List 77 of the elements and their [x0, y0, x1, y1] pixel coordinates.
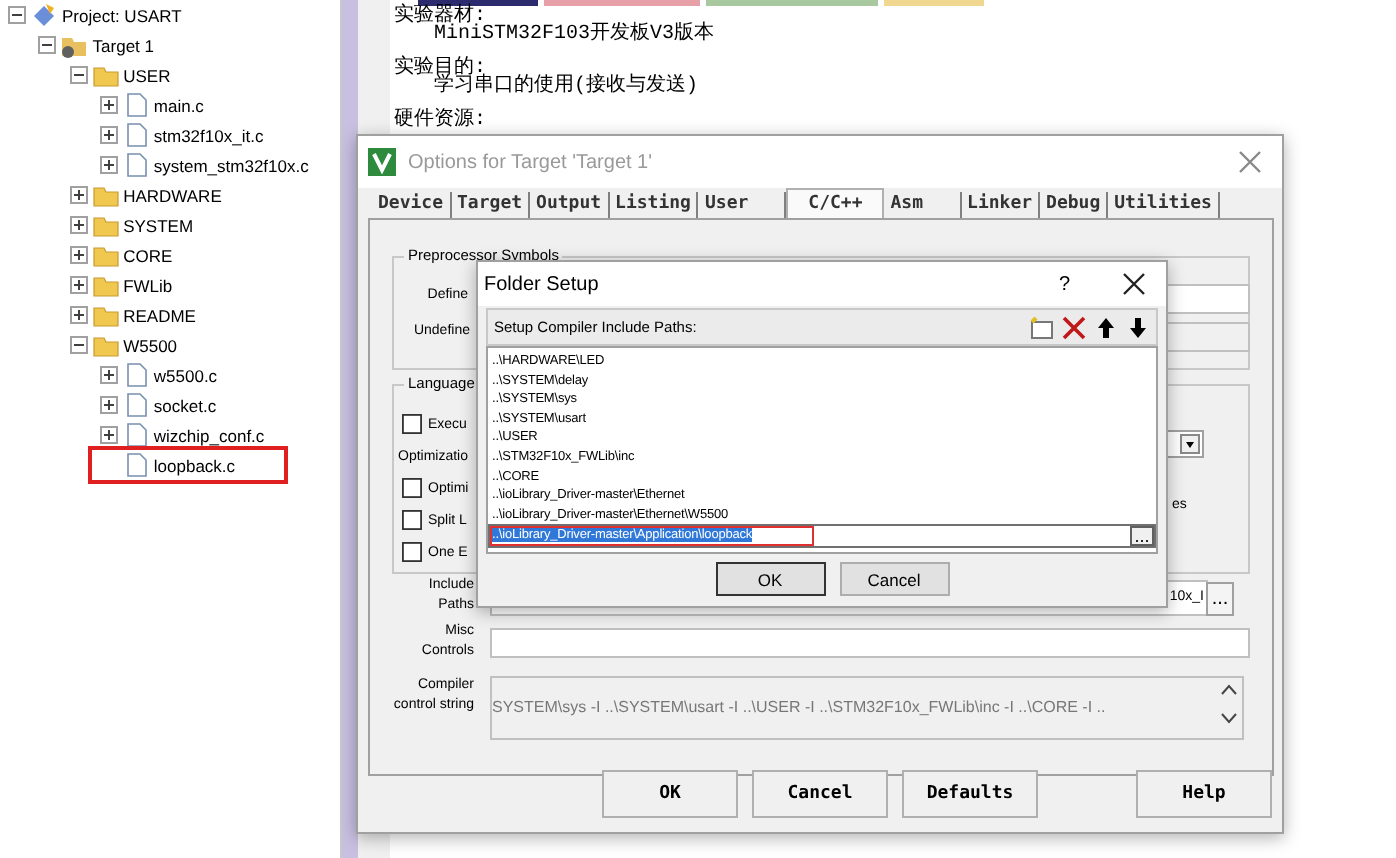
scroll-down-icon[interactable] — [1220, 712, 1238, 726]
delete-icon[interactable] — [1060, 313, 1088, 341]
close-icon[interactable] — [1122, 272, 1146, 296]
checkbox[interactable] — [402, 414, 422, 434]
dialog-button[interactable]: Defaults — [902, 770, 1038, 818]
expand-icon[interactable] — [69, 186, 88, 204]
code-line: 硬件资源: — [394, 112, 489, 130]
window-title: Folder Setup — [482, 273, 601, 295]
folder-icon — [91, 332, 120, 358]
file-icon — [121, 152, 150, 178]
expand-icon[interactable] — [99, 366, 118, 384]
checkbox[interactable] — [402, 542, 422, 562]
collapse-icon[interactable] — [38, 36, 57, 54]
target-icon — [60, 32, 89, 58]
browse-button[interactable]: ... — [1130, 526, 1154, 547]
expand-icon[interactable] — [99, 96, 118, 114]
folder-icon — [91, 62, 120, 88]
collapse-icon[interactable] — [69, 66, 88, 84]
browse-button[interactable]: ... — [1206, 582, 1234, 616]
folder-icon — [91, 242, 120, 268]
scroll-up-icon[interactable] — [1220, 682, 1238, 696]
tree-item-label[interactable]: wizchip_conf.c — [153, 425, 265, 445]
collapse-icon[interactable] — [69, 336, 88, 354]
expand-icon[interactable] — [69, 306, 88, 324]
checkbox[interactable] — [402, 478, 422, 498]
tree-item-label[interactable]: w5500.c — [153, 365, 218, 385]
tree-item-label[interactable]: SYSTEM — [123, 215, 194, 235]
collapse-icon[interactable] — [8, 6, 26, 24]
tree-item-label[interactable]: Target 1 — [92, 35, 155, 55]
code-line: MiniSTM32F103开发板V3版本 — [434, 26, 717, 44]
dialog-button[interactable]: OK — [602, 770, 738, 818]
up-arrow-icon[interactable] — [1092, 313, 1120, 341]
file-icon — [121, 422, 150, 448]
expand-icon[interactable] — [99, 156, 118, 174]
code-line: 实验器材: — [394, 8, 487, 26]
tree-item-label[interactable]: W5500 — [123, 335, 178, 355]
tree-item-label[interactable]: system_stm32f10x.c — [153, 155, 309, 175]
folder-icon — [91, 302, 120, 328]
file-icon — [121, 92, 150, 118]
compiler-string-field: SYSTEM\sys -I ..\SYSTEM\usart -I ..\USER -I ..\STM32F10x_FWLib\inc -I ..\CORE -I .. — [490, 676, 1244, 740]
tab[interactable]: C/C++ — [786, 188, 885, 218]
dialog-button[interactable]: OK — [715, 562, 825, 596]
file-icon — [121, 392, 150, 418]
code-line: 学习串口的使用(接收与发送) — [434, 78, 701, 96]
down-arrow-icon[interactable] — [1124, 313, 1152, 341]
tree-item-label[interactable]: CORE — [123, 245, 173, 265]
expand-icon[interactable] — [99, 396, 118, 414]
tree-item-label[interactable]: FWLib — [123, 275, 173, 295]
misc-controls-field[interactable] — [490, 628, 1250, 658]
folder-icon — [91, 272, 120, 298]
file-icon — [121, 452, 150, 478]
help-button[interactable]: ? — [1058, 273, 1070, 295]
project-icon — [30, 2, 58, 28]
tree-item-label[interactable]: USER — [123, 65, 171, 85]
tree-item-label[interactable]: README — [123, 305, 196, 325]
tree-item-label[interactable]: Project: USART — [62, 5, 182, 25]
file-icon — [121, 362, 150, 388]
expand-icon[interactable] — [99, 126, 118, 144]
new-folder-icon[interactable] — [1028, 313, 1056, 341]
folder-icon — [91, 212, 120, 238]
checkbox[interactable] — [402, 510, 422, 530]
file-icon — [121, 122, 150, 148]
window-title: Options for Target 'Target 1' — [408, 151, 655, 173]
expand-icon[interactable] — [99, 426, 118, 444]
expand-icon[interactable] — [69, 276, 88, 294]
tree-item-label[interactable]: socket.c — [153, 395, 217, 415]
dialog-button[interactable]: Cancel — [752, 770, 888, 818]
expand-icon[interactable] — [69, 246, 88, 264]
tree-item-label[interactable]: loopback.c — [153, 455, 236, 475]
tree-item-label[interactable]: stm32f10x_it.c — [153, 125, 264, 145]
tree-item-label[interactable]: main.c — [153, 95, 204, 115]
tree-item-label[interactable]: HARDWARE — [123, 185, 222, 205]
app-icon — [368, 148, 396, 176]
dialog-button[interactable]: Help — [1136, 770, 1272, 818]
folder-icon — [91, 182, 120, 208]
expand-icon[interactable] — [69, 216, 88, 234]
dialog-button[interactable]: Cancel — [839, 562, 949, 596]
